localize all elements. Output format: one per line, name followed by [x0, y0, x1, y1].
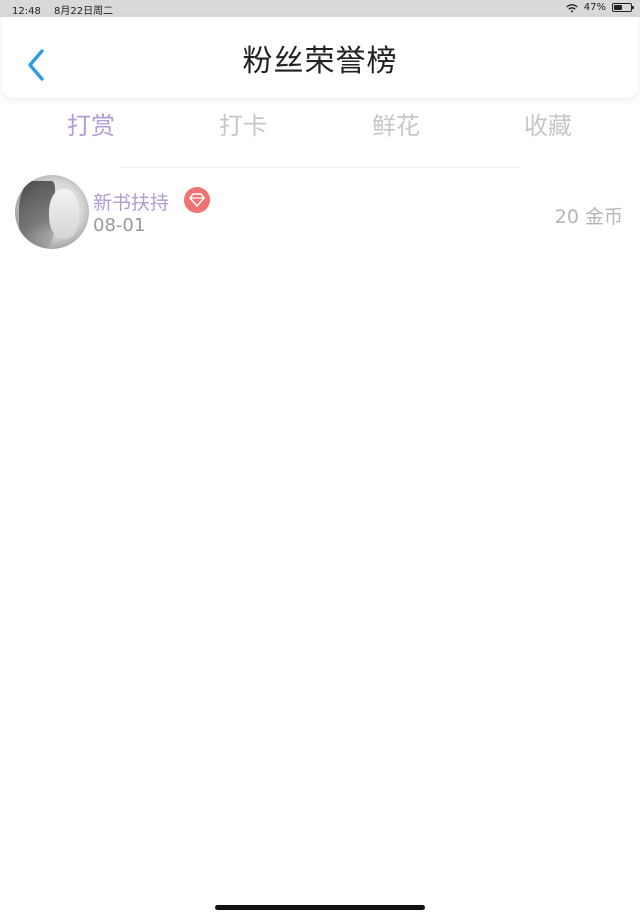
- tab-reward[interactable]: 打赏: [21, 103, 161, 143]
- tab-flowers[interactable]: 鲜花: [326, 103, 466, 143]
- status-bar: 12:48 8月22日周二 47%: [0, 0, 640, 17]
- chevron-left-icon: [28, 49, 44, 81]
- battery-percent: 47%: [583, 2, 606, 13]
- avatar-face: [49, 189, 79, 239]
- vip-badge: [184, 187, 210, 213]
- status-left: 12:48 8月22日周二: [12, 2, 113, 17]
- tab-label: 打卡: [219, 111, 267, 140]
- back-button[interactable]: [22, 48, 50, 82]
- fan-honor-screen: 12:48 8月22日周二 47% 粉丝荣誉榜 打赏 打卡 鲜花 收藏 新书扶持…: [0, 0, 640, 917]
- tab-bar: 打赏 打卡 鲜花 收藏: [0, 103, 640, 143]
- tab-favorites[interactable]: 收藏: [478, 103, 618, 143]
- status-right: 47%: [566, 2, 634, 13]
- diamond-icon: [189, 193, 205, 207]
- home-indicator[interactable]: [215, 905, 425, 910]
- fan-name: 新书扶持: [93, 192, 170, 214]
- battery-icon: [612, 3, 634, 12]
- wifi-icon: [566, 3, 578, 12]
- page-title: 粉丝荣誉榜: [242, 43, 398, 79]
- tab-label: 收藏: [524, 111, 572, 140]
- tab-label: 打赏: [67, 111, 115, 140]
- status-time: 12:48: [12, 6, 41, 17]
- avatar: [15, 175, 89, 249]
- battery-fill: [614, 5, 622, 10]
- tab-checkin[interactable]: 打卡: [173, 103, 313, 143]
- fan-list-item[interactable]: 新书扶持 08-01 20 金币: [0, 172, 640, 252]
- page-header: 粉丝荣誉榜: [2, 17, 638, 98]
- tab-divider: [120, 167, 520, 168]
- tab-label: 鲜花: [372, 111, 420, 140]
- status-date: 8月22日周二: [54, 6, 114, 17]
- fan-amount: 20 金币: [554, 206, 623, 228]
- fan-date: 08-01: [93, 215, 146, 236]
